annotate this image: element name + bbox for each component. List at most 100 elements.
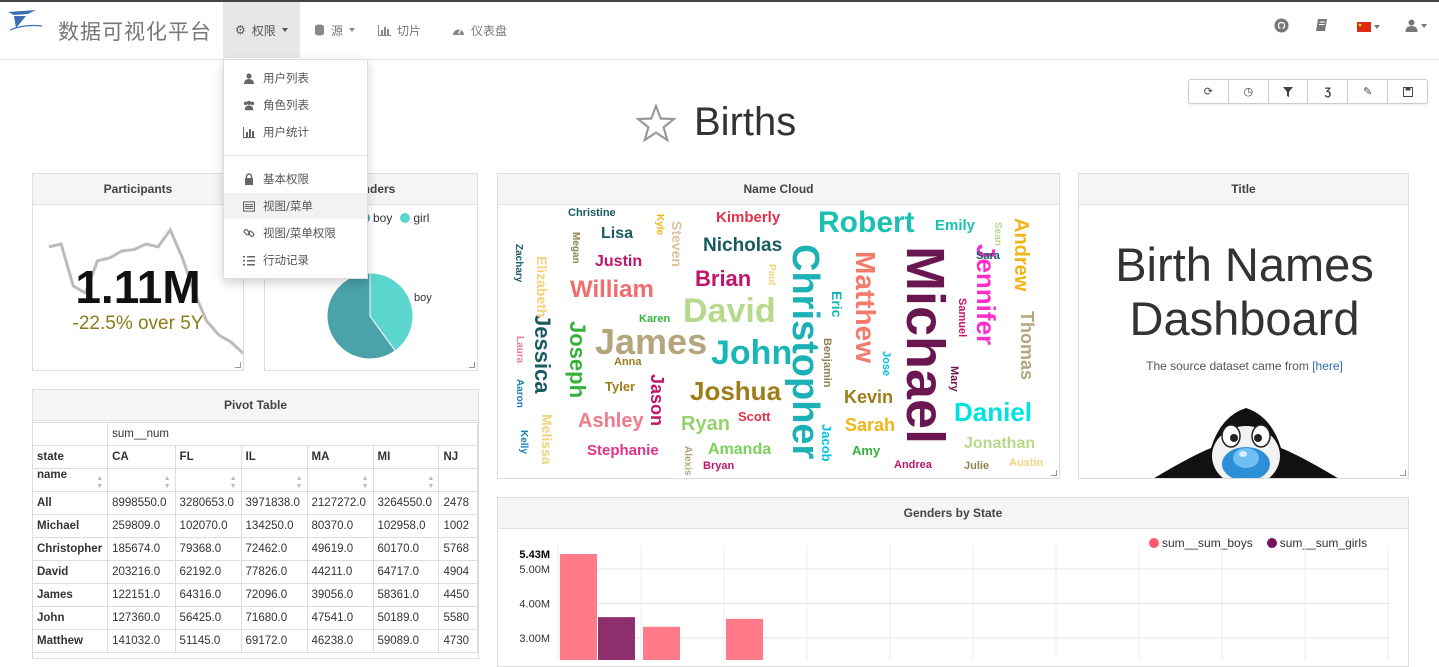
table-cell: 71680.0 bbox=[240, 606, 308, 630]
table-cell: 44211.0 bbox=[306, 560, 374, 584]
logo-icon[interactable] bbox=[6, 8, 44, 34]
table-cell: 64316.0 bbox=[174, 583, 242, 607]
cloud-word: Paul bbox=[766, 264, 777, 286]
table-cell: 5580 bbox=[438, 606, 478, 630]
language-selector[interactable] bbox=[1357, 22, 1380, 32]
table-cell: 3971838.0 bbox=[240, 491, 308, 515]
menu-item-label: 用户列表 bbox=[263, 71, 309, 85]
table-row: Christopher 185674.0 79368.0 72462.0 49619.0… bbox=[33, 537, 478, 561]
panel-title[interactable]: Genders by State bbox=[498, 498, 1408, 529]
panel-title[interactable]: Participants bbox=[33, 174, 243, 205]
name-header[interactable]: name ▲ ▼ bbox=[33, 468, 109, 492]
table-cell: 141032.0 bbox=[107, 629, 176, 653]
resize-handle[interactable] bbox=[1400, 470, 1406, 476]
genders-by-state-panel: Genders by State sum__sum_boys sum__sum_… bbox=[497, 497, 1409, 667]
cloud-word: Austin bbox=[1009, 457, 1044, 469]
bar-boys bbox=[560, 554, 597, 660]
edit-icon: ✎ bbox=[1363, 86, 1373, 98]
caret-down-icon bbox=[349, 28, 356, 32]
column-header: IL bbox=[240, 445, 308, 469]
table-cell: 56425.0 bbox=[174, 606, 242, 630]
brand-title[interactable]: 数据可视化平台 bbox=[58, 16, 212, 46]
star-icon[interactable] bbox=[636, 103, 676, 142]
cloud-word: Andrew bbox=[1010, 218, 1032, 292]
save-button[interactable] bbox=[1388, 80, 1427, 103]
name-header-label: name bbox=[37, 469, 68, 481]
menu-item-base-permissions[interactable]: 基本权限 bbox=[224, 166, 367, 192]
sort-cell[interactable]: ▲ ▼ bbox=[174, 468, 242, 492]
nav-permissions-label: 权限 bbox=[251, 23, 276, 38]
cloud-word: Brian bbox=[695, 266, 752, 291]
cloud-word: Daniel bbox=[954, 397, 1033, 427]
cloud-word: Jason bbox=[647, 374, 667, 427]
github-icon[interactable] bbox=[1274, 18, 1289, 33]
nav-dashboards-label: 仪表盘 bbox=[471, 23, 508, 38]
table-cell: 185674.0 bbox=[107, 537, 176, 561]
source-link[interactable]: [here] bbox=[1312, 359, 1343, 373]
nav-dashboards[interactable]: 仪表盘 bbox=[440, 2, 519, 58]
table-cell: 77826.0 bbox=[240, 560, 308, 584]
row-label: Michael bbox=[33, 514, 109, 538]
column-header: NJ bbox=[438, 445, 478, 469]
nav-sources[interactable]: 源 bbox=[302, 2, 367, 58]
edit-button[interactable]: ✎ bbox=[1348, 80, 1389, 103]
menu-item-action-log[interactable]: 行动记录 bbox=[224, 247, 367, 273]
panel-title[interactable]: Title bbox=[1079, 174, 1408, 205]
sort-cell[interactable]: ▲ ▼ bbox=[240, 468, 308, 492]
css-icon: Ʒ bbox=[1324, 85, 1332, 98]
cloud-word: Emily bbox=[935, 217, 976, 234]
cloud-word: Bryan bbox=[703, 460, 735, 472]
column-header: CA bbox=[107, 445, 176, 469]
database-icon bbox=[315, 24, 324, 36]
table-cell: 58361.0 bbox=[372, 583, 440, 607]
table-row: James 122151.0 64316.0 72096.0 39056.0 58361.… bbox=[33, 583, 478, 607]
markdown-source-line: The source dataset came from [here] bbox=[1079, 359, 1408, 373]
bar-boys bbox=[643, 626, 680, 660]
user-menu[interactable] bbox=[1405, 19, 1427, 32]
cloud-word: Melissa bbox=[539, 414, 555, 465]
cloud-word: Eric bbox=[829, 291, 845, 318]
nav-slices[interactable]: 切片 bbox=[366, 2, 433, 58]
panel-title[interactable]: Pivot Table bbox=[33, 390, 478, 421]
cloud-word: Lisa bbox=[601, 225, 634, 242]
cloud-word: Matthew bbox=[850, 251, 881, 363]
nav-permissions[interactable]: ⚙ 权限 bbox=[223, 2, 300, 58]
sort-cell[interactable] bbox=[438, 468, 478, 492]
sort-cell[interactable]: ▲ ▼ bbox=[306, 468, 374, 492]
table-cell: 49619.0 bbox=[306, 537, 374, 561]
menu-item-user-list[interactable]: 用户列表 bbox=[224, 65, 367, 91]
y-max-label: 5.43M bbox=[519, 549, 550, 561]
resize-handle[interactable] bbox=[469, 362, 475, 368]
nav-slices-label: 切片 bbox=[397, 23, 422, 38]
resize-handle[interactable] bbox=[1051, 470, 1057, 476]
cloud-word: Anna bbox=[614, 356, 642, 368]
panel-title[interactable]: Name Cloud bbox=[498, 174, 1059, 205]
menu-item-role-list[interactable]: 角色列表 bbox=[224, 92, 367, 118]
table-cell: 46238.0 bbox=[306, 629, 374, 653]
css-button[interactable]: Ʒ bbox=[1308, 80, 1349, 103]
menu-item-view-menus[interactable]: 视图/菜单 bbox=[224, 193, 367, 219]
sort-icon: ▲ ▼ bbox=[96, 475, 104, 490]
table-cell: 39056.0 bbox=[306, 583, 374, 607]
refresh-button[interactable]: ⟳ bbox=[1189, 80, 1229, 103]
filter-button[interactable] bbox=[1269, 80, 1309, 103]
menu-item-view-menu-permissions[interactable]: 视图/菜单权限 bbox=[224, 220, 367, 246]
cloud-word: Michael bbox=[895, 246, 955, 445]
sort-cell[interactable]: ▲ ▼ bbox=[372, 468, 440, 492]
row-label: All bbox=[33, 491, 109, 515]
y-tick-label: 5.00M bbox=[519, 564, 550, 576]
resize-handle[interactable] bbox=[235, 362, 241, 368]
caret-down-icon bbox=[1374, 25, 1380, 29]
cloud-word: William bbox=[570, 276, 654, 303]
table-cell: 2127272.0 bbox=[306, 491, 374, 515]
dashboard-title: Births bbox=[694, 100, 797, 144]
table-cell: 8998550.0 bbox=[107, 491, 176, 515]
table-cell: 1002 bbox=[438, 514, 478, 538]
cloud-word: Zachary bbox=[513, 244, 524, 283]
book-icon[interactable] bbox=[1315, 18, 1329, 32]
sort-cell[interactable]: ▲ ▼ bbox=[107, 468, 176, 492]
auto-refresh-button[interactable]: ◷ bbox=[1229, 80, 1269, 103]
cloud-word: Nicholas bbox=[703, 235, 783, 256]
cloud-word: Tyler bbox=[605, 379, 636, 394]
menu-item-user-stats[interactable]: 用户统计 bbox=[224, 119, 367, 145]
